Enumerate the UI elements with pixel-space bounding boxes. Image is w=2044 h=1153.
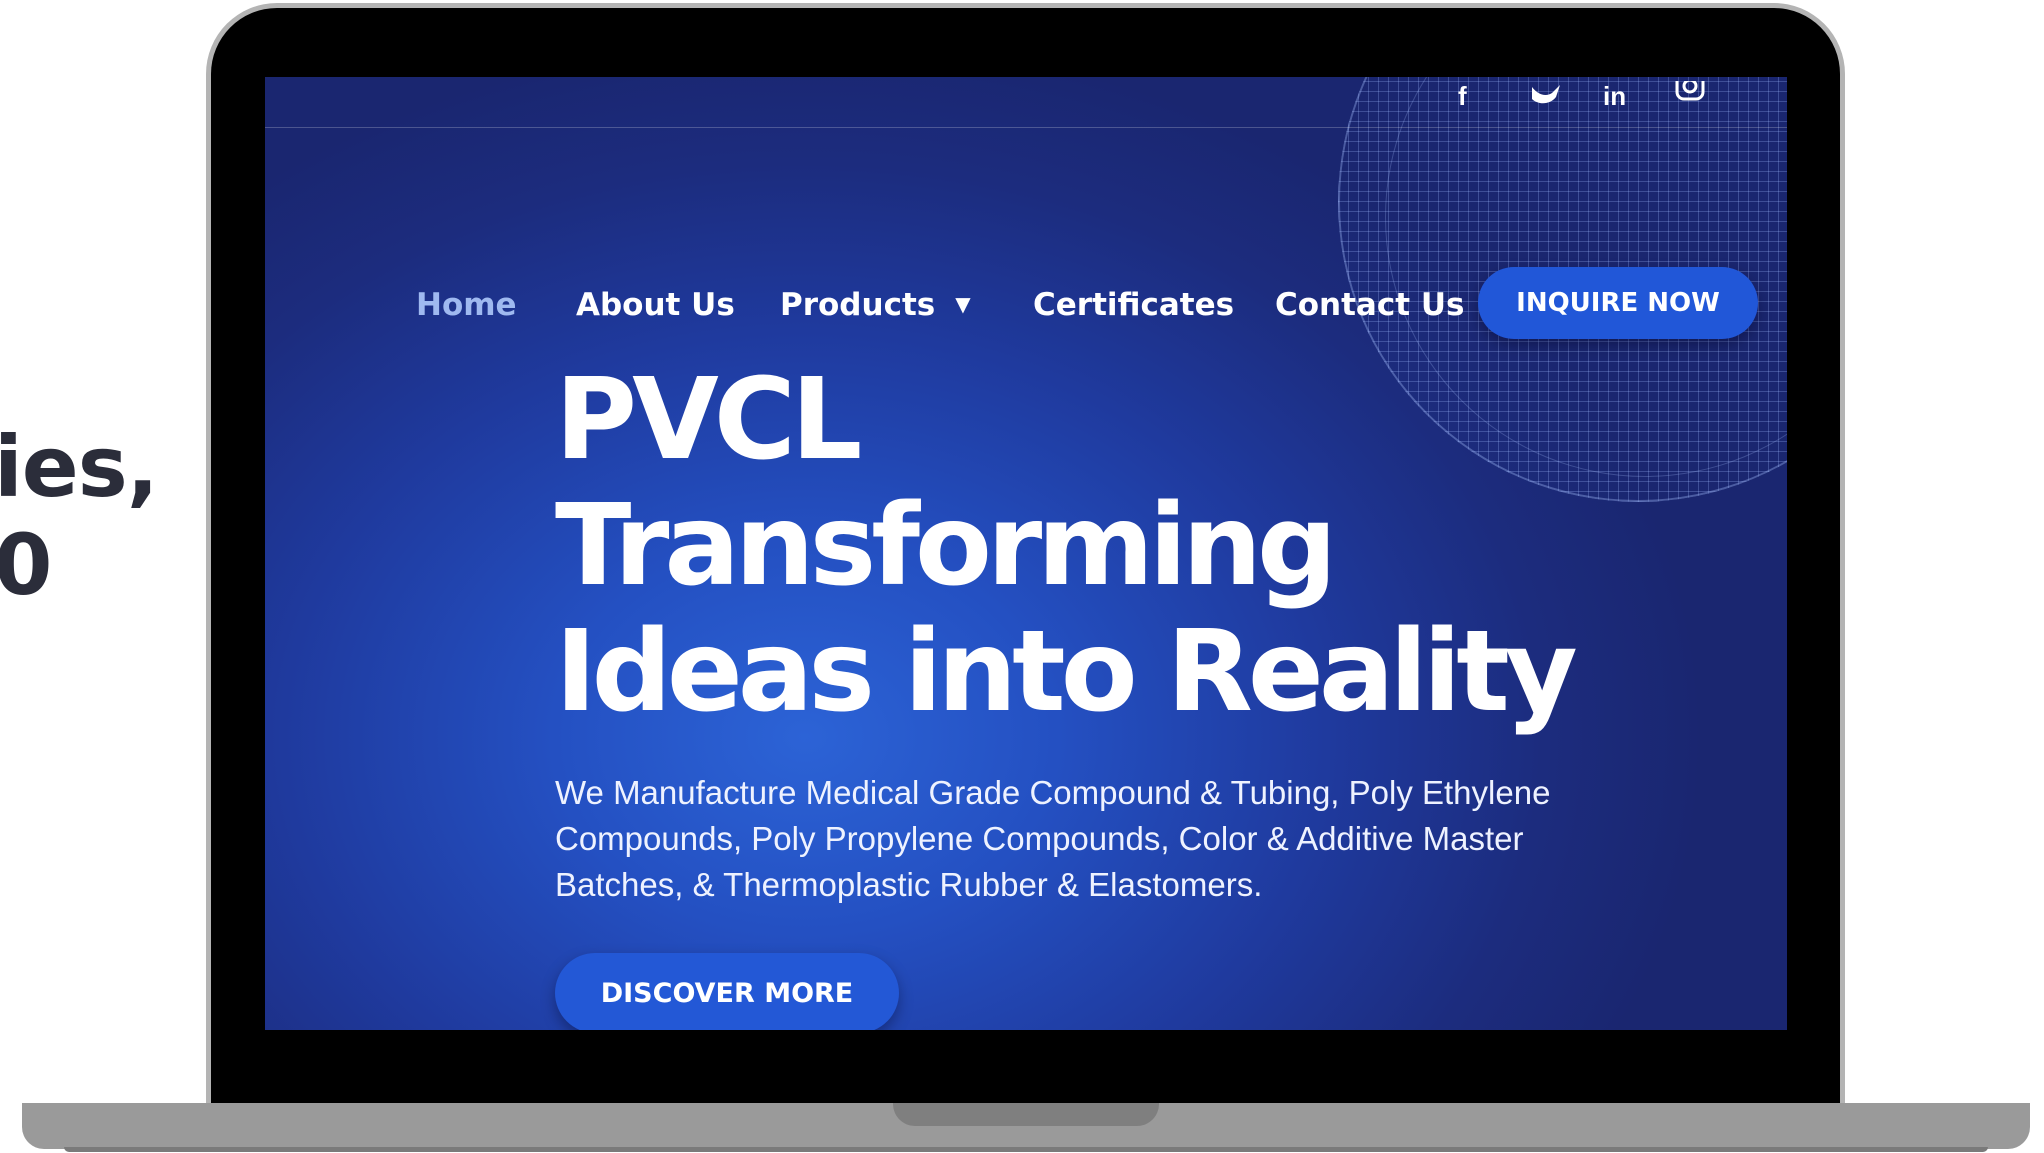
laptop-opening-notch xyxy=(893,1103,1159,1126)
facebook-icon[interactable]: f xyxy=(1458,83,1467,109)
website-screen: f in Home About Us Products ▼ Certificate… xyxy=(265,77,1787,1030)
hero-description-line-2: Compounds, Poly Propylene Compounds, Col… xyxy=(555,820,1524,857)
laptop-base-edge xyxy=(64,1147,1988,1152)
side-heading-line-1: ies, xyxy=(0,418,159,516)
hero-description: We Manufacture Medical Grade Compound & … xyxy=(555,770,1635,908)
discover-more-button[interactable]: DISCOVER MORE xyxy=(555,953,899,1030)
instagram-icon[interactable] xyxy=(1675,77,1705,107)
nav-products-label: Products xyxy=(780,287,936,323)
nav-contact-link[interactable]: Contact Us xyxy=(1275,287,1464,323)
hero-title-line-2: Transforming xyxy=(555,481,1337,611)
hero-description-line-1: We Manufacture Medical Grade Compound & … xyxy=(555,774,1551,811)
nav-about-link[interactable]: About Us xyxy=(576,287,735,323)
nav-products-link[interactable]: Products ▼ xyxy=(780,287,971,323)
chevron-down-icon: ▼ xyxy=(955,292,971,316)
nav-home-link[interactable]: Home xyxy=(416,287,517,323)
inquire-now-button[interactable]: INQUIRE NOW xyxy=(1478,267,1758,339)
side-heading-line-2: 0 xyxy=(0,516,52,614)
side-heading-fragment: ies, 0 xyxy=(0,418,159,614)
twitter-icon[interactable] xyxy=(1530,83,1562,109)
hero-title-line-3: Ideas into Reality xyxy=(555,607,1578,737)
linkedin-icon[interactable]: in xyxy=(1603,83,1626,109)
hero-description-line-3: Batches, & Thermoplastic Rubber & Elasto… xyxy=(555,866,1263,903)
header-divider xyxy=(265,127,1787,128)
hero-title-line-1: PVCL xyxy=(555,355,862,485)
hero-title: PVCL Transforming Ideas into Reality xyxy=(555,355,1578,737)
nav-certificates-link[interactable]: Certificates xyxy=(1033,287,1234,323)
